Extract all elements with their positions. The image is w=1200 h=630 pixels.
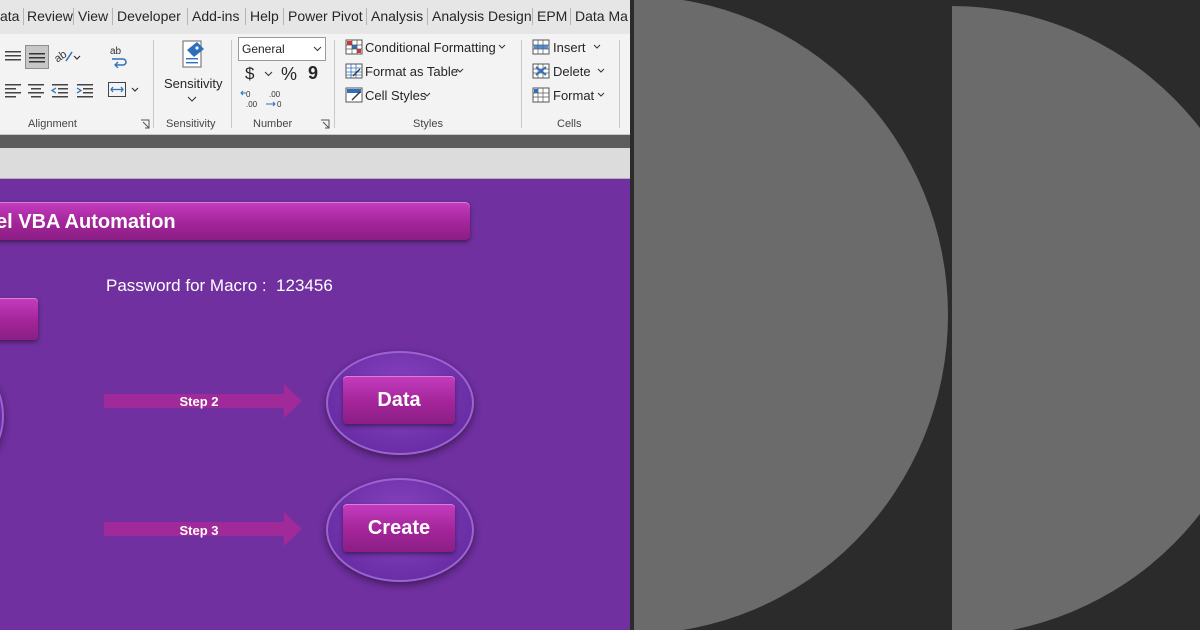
tab-analysis[interactable]: Analysis (371, 8, 423, 24)
title-banner-text: el VBA Automation (0, 211, 176, 233)
middle-align-icon[interactable] (4, 48, 22, 64)
cells-group-label: Cells (557, 118, 582, 130)
tab-epm[interactable]: EPM (537, 8, 567, 24)
chevron-down-icon[interactable] (597, 68, 605, 74)
decorative-panel-right (952, 0, 1200, 630)
step3-label: Step 3 (179, 523, 219, 538)
tab-separator (283, 8, 284, 25)
tab-separator (73, 8, 74, 25)
chevron-down-icon[interactable] (264, 71, 273, 77)
tab-analysis-design[interactable]: Analysis Design (432, 8, 532, 24)
ribbon: ab ab Alignment Sensitivity Sensitivity … (0, 34, 630, 135)
decorative-panel-left (634, 0, 948, 630)
comma-style-button[interactable]: 9 (308, 63, 318, 84)
insert-button[interactable]: Insert (553, 40, 586, 55)
format-as-table-button[interactable]: Format as Table (365, 64, 458, 79)
worksheet-dashboard: el VBA Automation Password for Macro : 1… (0, 179, 630, 630)
insert-cells-icon[interactable] (532, 39, 550, 55)
alignment-group-label: Alignment (28, 118, 77, 130)
format-button[interactable]: Format (553, 88, 594, 103)
tab-add-ins[interactable]: Add-ins (192, 8, 239, 24)
orientation-icon[interactable]: ab (52, 46, 82, 66)
step1-button[interactable] (0, 298, 38, 340)
ribbon-tab-bar: ata Review View Developer Add-ins Help P… (0, 0, 630, 35)
tab-data[interactable]: ata (0, 8, 19, 24)
tab-separator (245, 8, 246, 25)
align-left-icon[interactable] (4, 82, 22, 98)
group-separator (619, 40, 620, 128)
number-group-label: Number (253, 118, 293, 130)
group-separator (334, 40, 335, 128)
password-note: Password for Macro : 123456 (106, 276, 333, 295)
conditional-formatting-button[interactable]: Conditional Formatting (365, 40, 496, 55)
group-separator (153, 40, 154, 128)
chevron-down-icon (313, 46, 322, 52)
tab-separator (427, 8, 428, 25)
delete-button[interactable]: Delete (553, 64, 591, 79)
tab-separator (532, 8, 533, 25)
dialog-launcher-icon[interactable] (320, 119, 330, 129)
tab-review[interactable]: Review (27, 8, 73, 24)
merge-center-icon[interactable] (107, 80, 141, 100)
svg-text:ab: ab (52, 48, 69, 65)
tab-power-pivot[interactable]: Power Pivot (288, 8, 363, 24)
create-button[interactable]: Create (343, 504, 455, 552)
tab-help[interactable]: Help (250, 8, 279, 24)
data-button-label: Data (377, 389, 421, 411)
currency-button[interactable]: $ (245, 64, 254, 84)
tab-developer[interactable]: Developer (117, 8, 181, 24)
conditional-formatting-icon[interactable] (345, 39, 363, 55)
cell-styles-icon[interactable] (345, 87, 363, 103)
svg-text:.00: .00 (269, 90, 281, 99)
create-button-label: Create (367, 517, 431, 539)
number-format-dropdown[interactable]: General (238, 37, 326, 61)
increase-decimal-icon[interactable]: 0 .00 (240, 89, 262, 109)
tab-separator (366, 8, 367, 25)
chevron-down-icon[interactable] (593, 44, 601, 50)
styles-group-label: Styles (413, 118, 443, 130)
format-cells-icon[interactable] (532, 87, 550, 103)
ribbon-shadow-bar (0, 135, 630, 148)
decrease-indent-icon[interactable] (51, 82, 69, 98)
number-format-value: General (242, 42, 285, 56)
tab-separator (570, 8, 571, 25)
data-button[interactable]: Data (343, 376, 455, 424)
tab-data-manager[interactable]: Data Ma (575, 8, 628, 24)
svg-text:0: 0 (277, 100, 282, 109)
wrap-text-icon[interactable]: ab (108, 44, 128, 68)
step1-oval (0, 369, 4, 463)
group-separator (521, 40, 522, 128)
tab-separator (112, 8, 113, 25)
cell-styles-button[interactable]: Cell Styles (365, 88, 426, 103)
chevron-down-icon[interactable] (498, 44, 506, 50)
delete-cells-icon[interactable] (532, 63, 550, 79)
sensitivity-group-label: Sensitivity (166, 118, 216, 130)
sensitivity-button[interactable]: Sensitivity (164, 76, 223, 91)
half-circle-shape (634, 0, 948, 630)
align-center-icon[interactable] (27, 82, 45, 98)
tab-separator (187, 8, 188, 25)
chevron-down-icon[interactable] (597, 92, 605, 98)
excel-screenshot: ata Review View Developer Add-ins Help P… (0, 0, 630, 630)
svg-text:0: 0 (246, 90, 251, 99)
formula-bar-area (0, 148, 630, 179)
decrease-decimal-icon[interactable]: .00 0 (265, 89, 287, 109)
half-circle-shape (952, 6, 1200, 630)
chevron-down-icon[interactable] (423, 92, 431, 98)
step2-label: Step 2 (179, 394, 219, 409)
svg-text:ab: ab (110, 46, 122, 57)
bottom-align-icon[interactable] (25, 45, 49, 69)
dialog-launcher-icon[interactable] (140, 119, 150, 129)
tab-separator (23, 8, 24, 25)
tab-view[interactable]: View (78, 8, 108, 24)
group-separator (231, 40, 232, 128)
svg-text:.00: .00 (246, 100, 258, 109)
sensitivity-label-icon[interactable] (178, 38, 208, 72)
format-as-table-icon[interactable] (345, 63, 363, 79)
chevron-down-icon[interactable] (187, 96, 197, 102)
percent-button[interactable]: % (281, 64, 297, 85)
increase-indent-icon[interactable] (76, 82, 94, 98)
title-banner: el VBA Automation (0, 202, 470, 240)
chevron-down-icon[interactable] (456, 68, 464, 74)
